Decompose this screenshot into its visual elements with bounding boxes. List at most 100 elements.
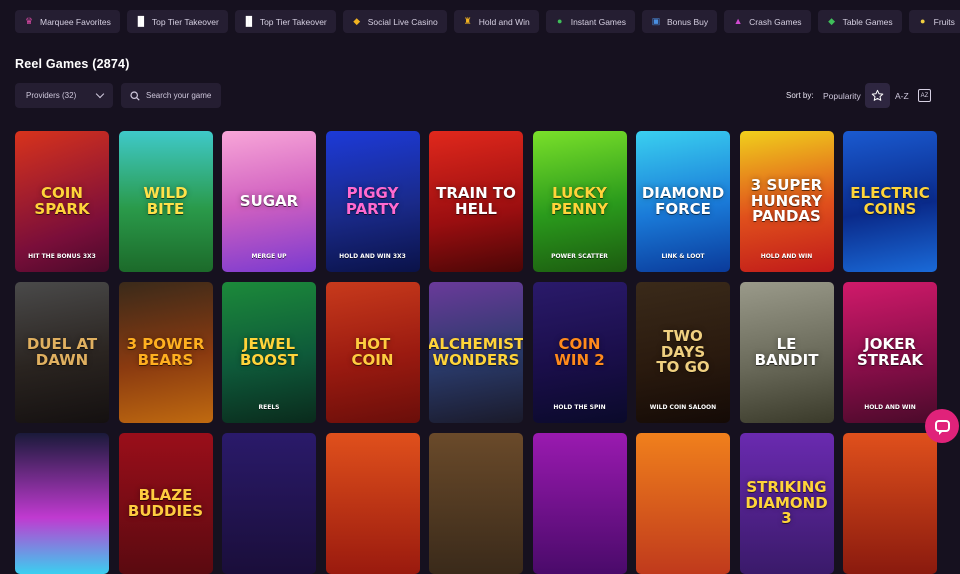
- bonus-buy-icon: ▣: [651, 16, 661, 26]
- sort-alphabetical-icon: AZ: [918, 89, 931, 102]
- category-chip[interactable]: ▐▌ Top Tier Takeover: [126, 10, 228, 33]
- providers-dropdown[interactable]: Providers (32): [15, 83, 113, 108]
- game-title: COIN SPARK: [34, 183, 90, 218]
- game-title: ELECTRIC COINS: [850, 183, 930, 218]
- game-title: BLAZE BUDDIES: [127, 485, 204, 520]
- game-title: COIN WIN 2: [554, 334, 605, 369]
- game-title: HOT COIN: [351, 334, 394, 369]
- game-subtitle: HOLD AND WIN 3X3: [339, 253, 406, 260]
- game-tile[interactable]: STRIKING DIAMOND 3: [739, 433, 834, 574]
- chevron-down-icon: [95, 89, 105, 99]
- game-tile[interactable]: [532, 433, 627, 574]
- rocket-icon: ▲: [733, 16, 743, 26]
- chat-bubble-icon: [934, 420, 950, 435]
- game-tile[interactable]: COIN WIN 2 HOLD THE SPIN: [532, 282, 627, 423]
- game-title: STRIKING DIAMOND 3: [745, 477, 828, 528]
- game-tile[interactable]: [636, 433, 730, 574]
- game-tile[interactable]: LE BANDIT: [739, 282, 834, 423]
- game-tile[interactable]: [222, 433, 316, 574]
- category-chip[interactable]: ◆ Table Games: [817, 10, 902, 33]
- game-tile[interactable]: [429, 433, 523, 574]
- game-subtitle: HOLD THE SPIN: [553, 404, 606, 411]
- game-subtitle: HOLD AND WIN: [760, 253, 813, 260]
- game-tile[interactable]: DUEL AT DAWN: [15, 282, 109, 423]
- search-box[interactable]: [121, 83, 221, 108]
- game-title: JEWEL BOOST: [240, 334, 298, 369]
- category-chip[interactable]: ▣ Bonus Buy: [642, 10, 718, 33]
- game-tile[interactable]: 3 POWER BEARS: [118, 282, 213, 423]
- game-tile[interactable]: TRAIN TO HELL: [429, 131, 523, 272]
- category-chip[interactable]: ▲ Crash Games: [724, 10, 811, 33]
- game-tile[interactable]: PIGGY PARTY HOLD AND WIN 3X3: [325, 131, 420, 272]
- game-tile[interactable]: HOT COIN: [325, 282, 420, 423]
- game-tile[interactable]: SUGAR MERGE UP: [222, 131, 316, 272]
- game-title: SUGAR: [239, 191, 299, 210]
- category-label: Top Tier Takeover: [259, 16, 327, 27]
- game-tile[interactable]: [15, 433, 109, 574]
- tower-icon: ▐▌: [242, 16, 256, 26]
- game-title: PIGGY PARTY: [345, 183, 400, 218]
- game-subtitle: HIT THE BONUS 3X3: [28, 253, 96, 260]
- game-subtitle: REELS: [258, 404, 280, 411]
- game-tile[interactable]: [843, 433, 937, 574]
- game-tile[interactable]: 3 SUPER HUNGRY PANDAS HOLD AND WIN: [739, 131, 834, 272]
- game-tile[interactable]: BLAZE BUDDIES: [118, 433, 213, 574]
- game-title: TRAIN TO HELL: [436, 183, 516, 218]
- game-title: JOKER STREAK: [856, 334, 924, 369]
- game-title: LE BANDIT: [754, 334, 819, 369]
- game-tile[interactable]: DIAMOND FORCE LINK & LOOT: [636, 131, 730, 272]
- game-tile[interactable]: TWO DAYS TO GO WILD COIN SALOON: [636, 282, 730, 423]
- game-subtitle: POWER SCATTER: [551, 253, 608, 260]
- category-bar: ♛ Marquee Favorites ▐▌ Top Tier Takeover ▐▌ T…: [15, 10, 960, 34]
- game-title: 3 POWER BEARS: [126, 334, 205, 369]
- section-title: Reel Games (2874): [15, 57, 130, 71]
- chat-button[interactable]: [925, 409, 959, 443]
- category-label: Hold and Win: [478, 16, 530, 27]
- category-label: Fruits: [933, 16, 955, 27]
- category-chip[interactable]: ▐▌ Top Tier Takeover: [234, 10, 336, 33]
- category-chip[interactable]: ◆ Social Live Casino: [342, 10, 447, 33]
- category-label: Bonus Buy: [667, 16, 709, 27]
- star-icon: [871, 89, 884, 101]
- category-chip[interactable]: ♜ Hold and Win: [453, 10, 539, 33]
- game-tile[interactable]: ELECTRIC COINS: [843, 131, 937, 272]
- category-label: Top Tier Takeover: [151, 16, 219, 27]
- search-icon: [130, 90, 140, 101]
- table-games-icon: ◆: [828, 16, 836, 26]
- game-title: ALCHEMIST WONDERS: [429, 334, 523, 369]
- game-tile[interactable]: JEWEL BOOST REELS: [222, 282, 316, 423]
- marquee-icon: ♛: [24, 16, 34, 26]
- sort-popularity-option[interactable]: Popularity: [823, 91, 861, 101]
- category-chip[interactable]: ● Fruits: [908, 10, 960, 33]
- game-tile[interactable]: ALCHEMIST WONDERS: [429, 282, 523, 423]
- game-title: WILD BITE: [143, 183, 188, 218]
- sort-az-button[interactable]: AZ: [914, 83, 935, 108]
- game-subtitle: LINK & LOOT: [661, 253, 705, 260]
- sort-popularity-button[interactable]: [865, 83, 890, 108]
- game-subtitle: WILD COIN SALOON: [649, 404, 717, 411]
- sort-az-option[interactable]: A-Z: [895, 91, 909, 101]
- live-casino-icon: ◆: [353, 16, 361, 26]
- category-label: Marquee Favorites: [40, 16, 111, 27]
- game-title: TWO DAYS TO GO: [656, 326, 710, 377]
- game-tile[interactable]: [325, 433, 420, 574]
- category-label: Table Games: [842, 16, 893, 27]
- category-chip[interactable]: ● Instant Games: [545, 10, 635, 33]
- game-tile[interactable]: LUCKY PENNY POWER SCATTER: [532, 131, 627, 272]
- category-label: Social Live Casino: [367, 16, 438, 27]
- game-subtitle: MERGE UP: [251, 253, 287, 260]
- category-chip[interactable]: ♛ Marquee Favorites: [15, 10, 120, 33]
- globe-icon: ●: [557, 16, 563, 26]
- search-input[interactable]: [146, 91, 221, 100]
- game-title: 3 SUPER HUNGRY PANDAS: [750, 175, 823, 226]
- fruit-icon: ●: [919, 16, 926, 26]
- game-tile[interactable]: WILD BITE: [118, 131, 213, 272]
- game-tile[interactable]: JOKER STREAK HOLD AND WIN: [843, 282, 937, 423]
- game-title: DUEL AT DAWN: [26, 334, 98, 369]
- sort-label: Sort by:: [786, 91, 814, 100]
- category-label: Instant Games: [570, 16, 626, 27]
- game-title: LUCKY PENNY: [550, 183, 609, 218]
- game-tile[interactable]: COIN SPARK HIT THE BONUS 3X3: [15, 131, 109, 272]
- game-title: DIAMOND FORCE: [641, 183, 725, 218]
- game-subtitle: HOLD AND WIN: [864, 404, 916, 411]
